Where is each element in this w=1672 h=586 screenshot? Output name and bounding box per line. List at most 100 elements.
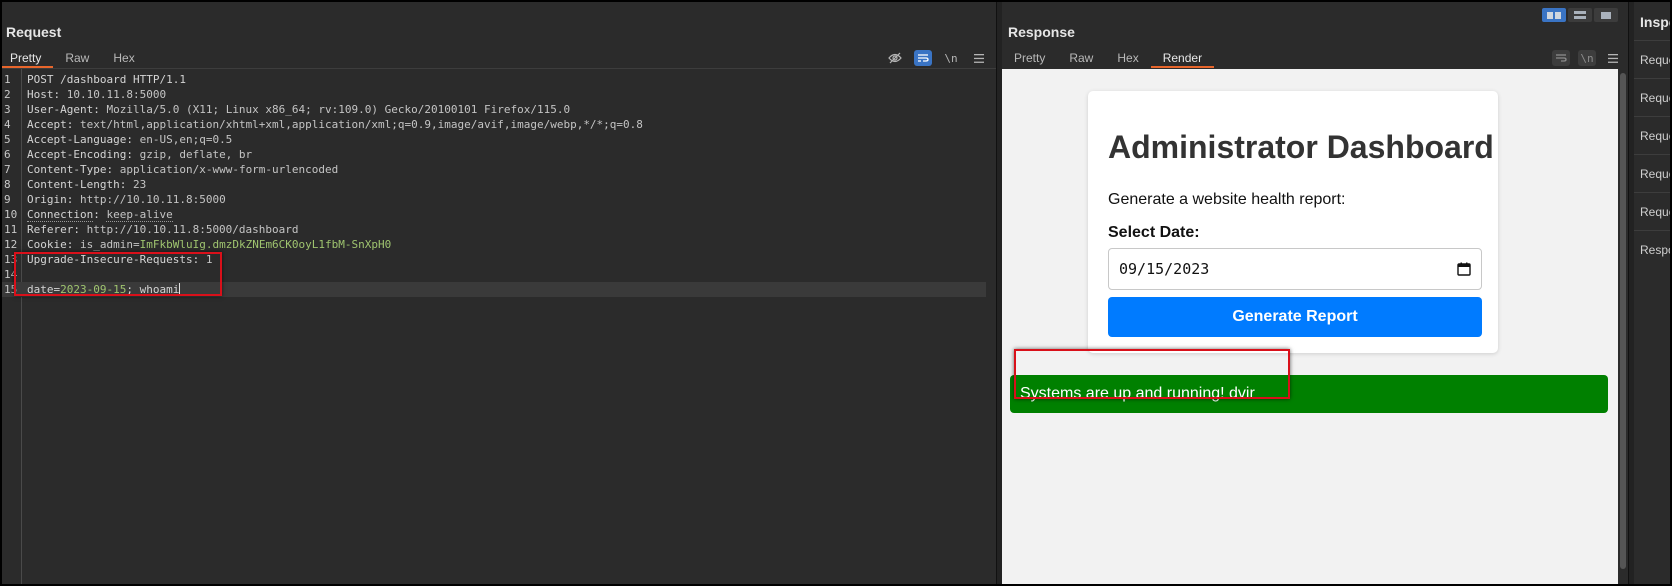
report-prompt: Generate a website health report: — [1108, 191, 1346, 208]
cookie-value: ImFkbWluIg.dmzDkZNEm6CK0oyL1fbM-SnXpH0 — [139, 238, 392, 251]
header-key: Content-Length — [27, 178, 120, 191]
inspector-request-body-params[interactable]: Request body parameters — [1634, 116, 1670, 154]
line-number: 6 — [4, 148, 11, 161]
request-line[interactable]: 3 User-Agent: Mozilla/5.0 (X11; Linux x86… — [2, 102, 986, 117]
menu-hamburger-icon[interactable] — [1604, 50, 1622, 66]
show-newlines-button[interactable]: \n — [942, 50, 960, 66]
line-number: 4 — [4, 118, 11, 131]
header-value: is_admin= — [80, 238, 140, 251]
layout-toggle-group — [1542, 8, 1618, 22]
line-code: Content-Length: 23 — [27, 177, 146, 192]
header-value: en-US,en;q=0.5 — [139, 133, 233, 146]
line-number: 1 — [4, 73, 11, 86]
scrollbar-thumb[interactable] — [1620, 73, 1626, 569]
date-input[interactable]: 09/15/2023 — [1108, 248, 1482, 290]
line-code: Origin: http://10.10.11.8:5000 — [27, 192, 226, 207]
request-line[interactable]: 2 Host: 10.10.11.8:5000 — [2, 87, 986, 102]
response-tab-render[interactable]: Render — [1150, 48, 1215, 68]
generate-report-button[interactable]: Generate Report — [1108, 297, 1482, 337]
calendar-icon[interactable] — [1457, 262, 1471, 276]
header-separator: : — [119, 178, 133, 191]
header-key: Origin — [27, 193, 67, 206]
header-key: Accept-Language — [27, 133, 127, 146]
select-date-label: Select Date: — [1108, 224, 1200, 241]
request-tab-hex[interactable]: Hex — [101, 48, 146, 68]
response-tabs: Pretty Raw Hex Render — [1002, 48, 1215, 68]
inspector-response-headers[interactable]: Response headers — [1634, 230, 1670, 268]
layout-stacked-icon[interactable] — [1568, 8, 1592, 22]
hide-nonprintable-eye-slash-icon[interactable] — [886, 50, 904, 66]
header-key: Cookie — [27, 238, 67, 251]
line-number: 12 — [4, 238, 18, 251]
header-value: http://10.10.11.8:5000/dashboard — [86, 223, 299, 236]
request-tab-pretty[interactable]: Pretty — [2, 48, 54, 68]
header-value: gzip, deflate, br — [139, 148, 253, 161]
line-code: Accept-Encoding: gzip, deflate, br — [27, 147, 252, 162]
line-number: 2 — [4, 88, 11, 101]
layout-tabbed-icon[interactable] — [1594, 8, 1618, 22]
request-line[interactable]: 5 Accept-Language: en-US,en;q=0.5 — [2, 132, 986, 147]
header-value: http://10.10.11.8:5000 — [80, 193, 226, 206]
line-code: POST /dashboard HTTP/1.1 — [27, 72, 186, 87]
request-line[interactable]: 8 Content-Length: 23 — [2, 177, 986, 192]
header-separator: : — [106, 163, 120, 176]
header-value: 23 — [132, 178, 147, 191]
inspector-request-attributes[interactable]: Request attributes — [1634, 40, 1670, 78]
request-line[interactable]: 1 POST /dashboard HTTP/1.1 — [2, 72, 986, 87]
rendered-response: Administrator Dashboard Generate a websi… — [1002, 69, 1618, 584]
dashboard-card: Administrator Dashboard Generate a websi… — [1088, 91, 1498, 353]
request-line[interactable]: 7 Content-Type: application/x-www-form-ur… — [2, 162, 986, 177]
layout-side-by-side-icon[interactable] — [1542, 8, 1566, 22]
request-line[interactable]: 11 Referer: http://10.10.11.8:5000/dashbo… — [2, 222, 986, 237]
request-line[interactable]: 9 Origin: http://10.10.11.8:5000 — [2, 192, 986, 207]
request-line[interactable]: 12 Cookie: is_admin=ImFkbWluIg.dmzDkZNEm6… — [2, 237, 986, 252]
request-line[interactable]: 6 Accept-Encoding: gzip, deflate, br — [2, 147, 986, 162]
header-separator: : — [66, 193, 80, 206]
word-wrap-icon[interactable] — [914, 50, 932, 66]
menu-hamburger-icon[interactable] — [970, 50, 988, 66]
header-value: 10.10.11.8:5000 — [66, 88, 167, 101]
line-code: User-Agent: Mozilla/5.0 (X11; Linux x86_… — [27, 102, 570, 117]
line-code: Accept-Language: en-US,en;q=0.5 — [27, 132, 232, 147]
request-tabs: Pretty Raw Hex — [2, 48, 147, 68]
response-scrollbar[interactable] — [1618, 69, 1628, 584]
inspector-request-headers[interactable]: Request headers — [1634, 192, 1670, 230]
response-tab-raw[interactable]: Raw — [1057, 48, 1105, 68]
header-key: Content-Type — [27, 163, 107, 176]
request-toolbar: \n — [886, 48, 988, 68]
request-tab-raw[interactable]: Raw — [53, 48, 101, 68]
header-separator: : — [93, 208, 107, 221]
request-line[interactable]: 4 Accept: text/html,application/xhtml+xml… — [2, 117, 986, 132]
line-code: Connection: keep-alive — [27, 207, 173, 222]
line-number: 10 — [4, 208, 18, 221]
line-code: Referer: http://10.10.11.8:5000/dashboar… — [27, 222, 299, 237]
line-number: 3 — [4, 103, 11, 116]
header-value: text/html,application/xhtml+xml,applicat… — [80, 118, 643, 131]
header-separator: : — [93, 103, 107, 116]
response-toolbar: \n — [1552, 48, 1622, 68]
show-newlines-button[interactable]: \n — [1578, 50, 1596, 66]
word-wrap-icon[interactable] — [1552, 50, 1570, 66]
header-value: application/x-www-form-urlencoded — [119, 163, 339, 176]
header-key: Accept — [27, 118, 67, 131]
header-value: keep-alive — [106, 208, 173, 222]
inspector-panel: Inspector Request attributes Request que… — [1634, 2, 1670, 584]
response-title: Response — [1008, 24, 1075, 40]
header-separator: : — [66, 238, 80, 251]
response-tab-hex[interactable]: Hex — [1105, 48, 1150, 68]
line-number: 7 — [4, 163, 11, 176]
header-key: Connection — [27, 208, 94, 222]
header-value: POST /dashboard HTTP/1.1 — [27, 73, 186, 86]
header-separator: : — [66, 118, 80, 131]
date-input-value: 09/15/2023 — [1119, 260, 1210, 278]
request-editor[interactable]: 1 POST /dashboard HTTP/1.1 2 Host: 10.10.11… — [2, 69, 996, 584]
header-key: Referer — [27, 223, 74, 236]
inspector-request-cookies[interactable]: Request cookies — [1634, 154, 1670, 192]
payload-highlight-box — [14, 252, 222, 296]
inspector-request-query-params[interactable]: Request query parameters — [1634, 78, 1670, 116]
request-line[interactable]: 10 Connection: keep-alive — [2, 207, 986, 222]
inspector-title: Inspector — [1640, 14, 1670, 30]
response-tab-pretty[interactable]: Pretty — [1002, 48, 1057, 68]
request-title: Request — [6, 24, 62, 40]
header-separator: : — [73, 223, 87, 236]
